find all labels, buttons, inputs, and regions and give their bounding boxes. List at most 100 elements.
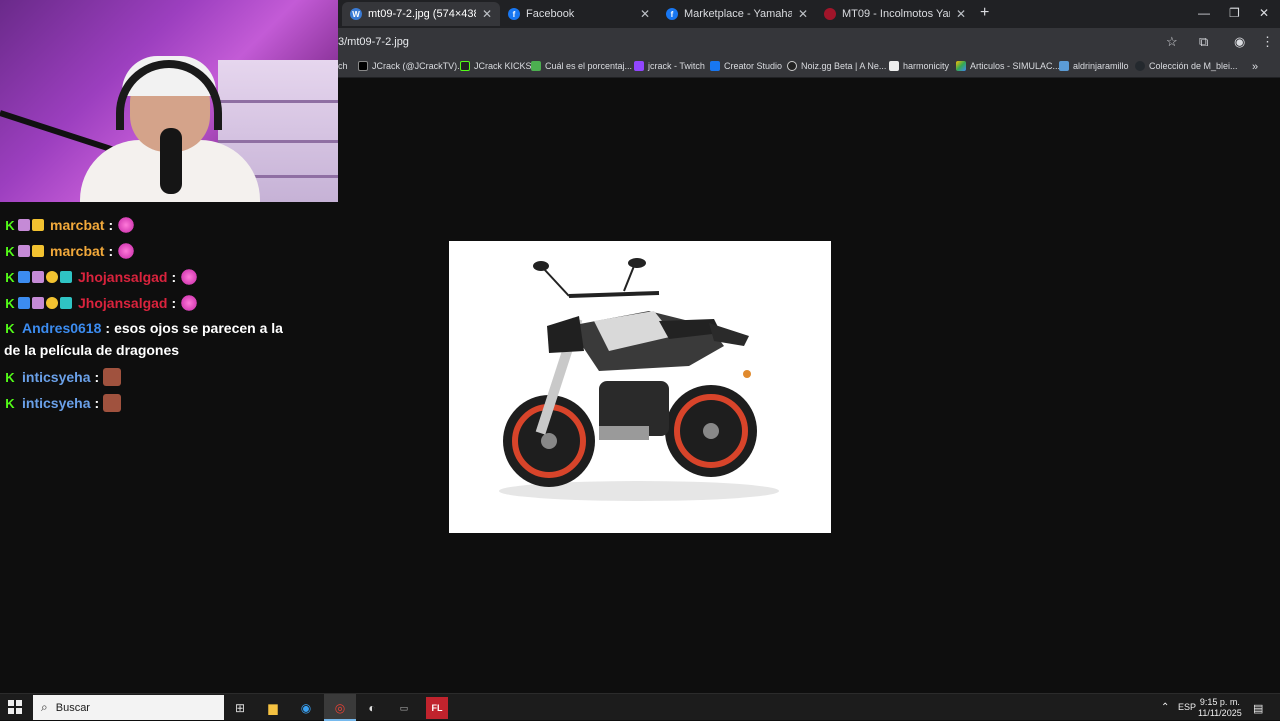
page-icon xyxy=(1059,61,1069,71)
minimize-icon[interactable]: — xyxy=(1198,6,1210,20)
chat-message-continuation: de la película de dragones xyxy=(4,342,179,358)
chat-username[interactable]: Jhojansalgad xyxy=(78,295,167,311)
kick-badge-icon: K xyxy=(5,217,15,233)
restore-icon[interactable]: ❐ xyxy=(1229,6,1240,20)
chat-colon: : xyxy=(108,243,114,259)
chat-colon: : xyxy=(108,217,114,233)
bookmark-label: ch xyxy=(338,61,348,71)
harmonicity-icon xyxy=(889,61,899,71)
chat-text: esos ojos se parecen a la xyxy=(114,320,283,336)
bookmark-label: Colección de M_blei... xyxy=(1149,61,1238,71)
language-indicator[interactable]: ESP xyxy=(1178,702,1196,712)
bookmark-label: JCrack KICKS xyxy=(474,61,532,71)
chat-message: K Jhojansalgad : xyxy=(4,294,199,312)
file-explorer-icon[interactable]: ▆ xyxy=(262,697,284,719)
fl-studio-icon[interactable]: FL xyxy=(426,697,448,719)
task-view-icon[interactable]: ⊞ xyxy=(229,697,251,719)
extensions-icon[interactable]: ⧉ xyxy=(1199,34,1208,50)
windows-start-icon[interactable] xyxy=(8,700,22,714)
bookmark-item[interactable]: Colección de M_blei... xyxy=(1135,61,1238,71)
bookmark-item[interactable]: jcrack - Twitch xyxy=(634,61,705,71)
taskbar-search[interactable]: ⌕ Buscar xyxy=(33,695,224,720)
chat-username[interactable]: inticsyeha xyxy=(22,369,90,385)
chat-username[interactable]: marcbat xyxy=(50,217,104,233)
tab-mt09-image[interactable]: W mt09-7-2.jpg (574×438) ✕ xyxy=(342,2,500,26)
clock-time: 9:15 p. m. xyxy=(1199,697,1240,707)
kick-badge-icon: K xyxy=(5,395,15,411)
streamer-webcam xyxy=(0,0,338,202)
chat-username[interactable]: Andres0618 xyxy=(22,320,101,336)
profile-icon[interactable]: ◉ xyxy=(1234,34,1245,50)
chat-username[interactable]: Jhojansalgad xyxy=(78,269,167,285)
clock[interactable]: 9:15 p. m. 11/11/2025 xyxy=(1198,697,1242,719)
close-icon[interactable]: ✕ xyxy=(482,7,492,21)
mod-badge-icon xyxy=(18,245,30,257)
tray-chevron-icon[interactable]: ⌃ xyxy=(1161,702,1169,713)
tab-facebook[interactable]: f Facebook ✕ xyxy=(500,2,658,26)
chat-message: K marcbat : xyxy=(4,216,136,234)
mod-badge-icon xyxy=(32,297,44,309)
chat-username[interactable]: inticsyeha xyxy=(22,395,90,411)
chat-message: K Jhojansalgad : xyxy=(4,268,199,286)
emote-icon xyxy=(103,368,122,386)
mod-badge-icon xyxy=(18,219,30,231)
close-window-icon[interactable]: ✕ xyxy=(1259,6,1269,20)
star-icon[interactable]: ☆ xyxy=(1166,34,1178,50)
bookmark-label: aldrinjaramillo xyxy=(1073,61,1129,71)
url-text[interactable]: 3/mt09-7-2.jpg xyxy=(338,36,409,48)
notification-icon[interactable]: ▤ xyxy=(1253,702,1263,715)
chat-colon: : xyxy=(171,269,177,285)
bookmark-label: Cuál es el porcentaj... xyxy=(545,61,633,71)
microphone xyxy=(160,128,182,194)
more-bookmarks-icon[interactable]: » xyxy=(1252,61,1258,73)
bookmark-item[interactable]: Cuál es el porcentaj... xyxy=(531,61,632,71)
yamaha-icon xyxy=(824,8,836,20)
bookmark-item[interactable]: Noiz.gg Beta | A Ne... xyxy=(787,61,886,71)
chat-username[interactable]: marcbat xyxy=(50,243,104,259)
chat-text: de la película de dragones xyxy=(4,342,180,358)
shelf-divider xyxy=(218,100,338,103)
tab-title: MT09 - Incolmotos Yamaha xyxy=(842,8,950,20)
bookmark-label: Noiz.gg Beta | A Ne... xyxy=(801,61,887,71)
emote-icon xyxy=(103,394,122,412)
bookmark-item[interactable]: ch xyxy=(338,61,348,71)
outlook-icon[interactable]: ◉ xyxy=(295,697,317,719)
search-placeholder: Buscar xyxy=(55,701,90,714)
bookmark-label: JCrack (@JCrackTV)... xyxy=(372,61,465,71)
tab-marketplace[interactable]: f Marketplace - Yamaha MT-09 V ✕ xyxy=(658,2,816,26)
bookmark-label: Creator Studio xyxy=(724,61,783,71)
bookmark-item[interactable]: harmonicity xyxy=(889,61,949,71)
bookmark-item[interactable]: JCrack (@JCrackTV)... xyxy=(358,61,465,71)
one-badge-icon xyxy=(46,297,58,309)
sword-badge-icon xyxy=(18,271,30,283)
one-badge-icon xyxy=(46,271,58,283)
menu-icon[interactable]: ⋮ xyxy=(1261,34,1274,50)
chat-colon: : xyxy=(105,320,111,336)
close-icon[interactable]: ✕ xyxy=(956,7,966,21)
bookmark-item[interactable]: Articulos - SIMULAC... xyxy=(956,61,1060,71)
bookmark-item[interactable]: aldrinjaramillo xyxy=(1059,61,1129,71)
shelf-divider xyxy=(218,140,338,143)
emote-icon xyxy=(180,294,199,312)
emote-icon xyxy=(180,268,199,286)
chat-colon: : xyxy=(171,295,177,311)
close-icon[interactable]: ✕ xyxy=(640,7,650,21)
bookmark-item[interactable]: Creator Studio xyxy=(710,61,782,71)
kick-badge-icon: K xyxy=(5,320,15,336)
tab-title: mt09-7-2.jpg (574×438) xyxy=(368,8,476,20)
kick-icon xyxy=(460,61,470,71)
new-tab-icon[interactable]: + xyxy=(980,4,989,22)
grid-badge-icon xyxy=(60,297,72,309)
chrome-icon[interactable]: ◎ xyxy=(329,697,351,719)
tab-title: Marketplace - Yamaha MT-09 V xyxy=(684,8,792,20)
obs-icon[interactable]: ◐ xyxy=(361,697,383,719)
app-icon[interactable]: ▭ xyxy=(393,697,415,719)
noiz-icon xyxy=(787,61,797,71)
bookmark-item[interactable]: JCrack KICKS xyxy=(460,61,532,71)
wordpress-icon: W xyxy=(350,8,362,20)
tab-incolmotos[interactable]: MT09 - Incolmotos Yamaha ✕ xyxy=(816,2,974,26)
close-icon[interactable]: ✕ xyxy=(798,7,808,21)
grid-badge-icon xyxy=(60,271,72,283)
emote-icon xyxy=(117,216,136,234)
github-icon xyxy=(1135,61,1145,71)
